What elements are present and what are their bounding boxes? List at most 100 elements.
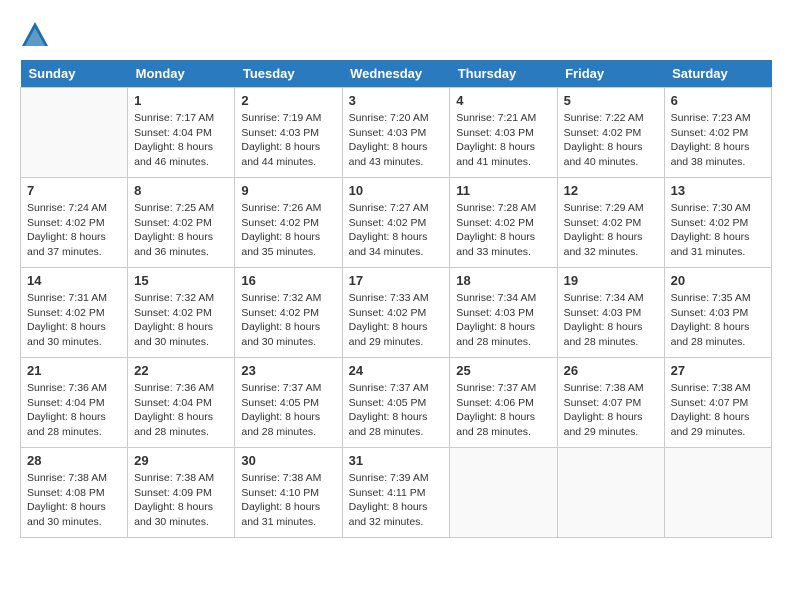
- day-number: 9: [241, 183, 335, 198]
- day-info: Sunrise: 7:38 AM Sunset: 4:08 PM Dayligh…: [27, 471, 121, 530]
- day-number: 4: [456, 93, 550, 108]
- day-number: 8: [134, 183, 228, 198]
- day-number: 11: [456, 183, 550, 198]
- day-number: 26: [564, 363, 658, 378]
- day-info: Sunrise: 7:29 AM Sunset: 4:02 PM Dayligh…: [564, 201, 658, 260]
- calendar-cell: 16 Sunrise: 7:32 AM Sunset: 4:02 PM Dayli…: [235, 268, 342, 358]
- calendar-cell: 11Sunrise: 7:28 AM Sunset: 4:02 PM Dayli…: [450, 178, 557, 268]
- day-number: 25: [456, 363, 550, 378]
- calendar-week-row: 21 Sunrise: 7:36 AM Sunset: 4:04 PM Dayli…: [21, 358, 772, 448]
- day-info: Sunrise: 7:25 AM Sunset: 4:02 PM Dayligh…: [134, 201, 228, 260]
- calendar-cell: 8 Sunrise: 7:25 AM Sunset: 4:02 PM Daylig…: [128, 178, 235, 268]
- calendar-cell: 9 Sunrise: 7:26 AM Sunset: 4:02 PM Daylig…: [235, 178, 342, 268]
- calendar-cell: 12 Sunrise: 7:29 AM Sunset: 4:02 PM Dayli…: [557, 178, 664, 268]
- day-info: Sunrise: 7:36 AM Sunset: 4:04 PM Dayligh…: [27, 381, 121, 440]
- day-number: 1: [134, 93, 228, 108]
- calendar-cell: 7 Sunrise: 7:24 AM Sunset: 4:02 PM Daylig…: [21, 178, 128, 268]
- day-number: 31: [349, 453, 444, 468]
- day-info: Sunrise: 7:20 AM Sunset: 4:03 PM Dayligh…: [349, 111, 444, 170]
- calendar-cell: 6Sunrise: 7:23 AM Sunset: 4:02 PM Daylig…: [664, 88, 771, 178]
- day-number: 3: [349, 93, 444, 108]
- day-header-saturday: Saturday: [664, 60, 771, 88]
- calendar-cell: [21, 88, 128, 178]
- calendar-cell: 5Sunrise: 7:22 AM Sunset: 4:02 PM Daylig…: [557, 88, 664, 178]
- day-info: Sunrise: 7:38 AM Sunset: 4:09 PM Dayligh…: [134, 471, 228, 530]
- day-number: 17: [349, 273, 444, 288]
- day-info: Sunrise: 7:32 AM Sunset: 4:02 PM Dayligh…: [134, 291, 228, 350]
- day-number: 7: [27, 183, 121, 198]
- calendar-cell: 31 Sunrise: 7:39 AM Sunset: 4:11 PM Dayli…: [342, 448, 450, 538]
- day-info: Sunrise: 7:27 AM Sunset: 4:02 PM Dayligh…: [349, 201, 444, 260]
- day-info: Sunrise: 7:33 AM Sunset: 4:02 PM Dayligh…: [349, 291, 444, 350]
- day-info: Sunrise: 7:38 AM Sunset: 4:10 PM Dayligh…: [241, 471, 335, 530]
- day-number: 10: [349, 183, 444, 198]
- calendar-cell: 22 Sunrise: 7:36 AM Sunset: 4:04 PM Dayli…: [128, 358, 235, 448]
- calendar-cell: 19 Sunrise: 7:34 AM Sunset: 4:03 PM Dayli…: [557, 268, 664, 358]
- calendar-cell: 28 Sunrise: 7:38 AM Sunset: 4:08 PM Dayli…: [21, 448, 128, 538]
- calendar-cell: [557, 448, 664, 538]
- day-info: Sunrise: 7:38 AM Sunset: 4:07 PM Dayligh…: [564, 381, 658, 440]
- day-info: Sunrise: 7:36 AM Sunset: 4:04 PM Dayligh…: [134, 381, 228, 440]
- calendar-cell: 27 Sunrise: 7:38 AM Sunset: 4:07 PM Dayli…: [664, 358, 771, 448]
- day-number: 6: [671, 93, 765, 108]
- calendar-cell: 13 Sunrise: 7:30 AM Sunset: 4:02 PM Dayli…: [664, 178, 771, 268]
- day-info: Sunrise: 7:39 AM Sunset: 4:11 PM Dayligh…: [349, 471, 444, 530]
- calendar-cell: 30 Sunrise: 7:38 AM Sunset: 4:10 PM Dayli…: [235, 448, 342, 538]
- calendar-cell: 14 Sunrise: 7:31 AM Sunset: 4:02 PM Dayli…: [21, 268, 128, 358]
- calendar-week-row: 14 Sunrise: 7:31 AM Sunset: 4:02 PM Dayli…: [21, 268, 772, 358]
- day-number: 13: [671, 183, 765, 198]
- calendar-week-row: 1 Sunrise: 7:17 AM Sunset: 4:04 PM Daylig…: [21, 88, 772, 178]
- day-number: 18: [456, 273, 550, 288]
- calendar-cell: [664, 448, 771, 538]
- day-header-thursday: Thursday: [450, 60, 557, 88]
- day-number: 22: [134, 363, 228, 378]
- day-number: 20: [671, 273, 765, 288]
- day-info: Sunrise: 7:37 AM Sunset: 4:06 PM Dayligh…: [456, 381, 550, 440]
- page-header: [20, 20, 772, 50]
- calendar-cell: 15Sunrise: 7:32 AM Sunset: 4:02 PM Dayli…: [128, 268, 235, 358]
- calendar-cell: 4 Sunrise: 7:21 AM Sunset: 4:03 PM Daylig…: [450, 88, 557, 178]
- calendar: SundayMondayTuesdayWednesdayThursdayFrid…: [20, 60, 772, 538]
- day-info: Sunrise: 7:32 AM Sunset: 4:02 PM Dayligh…: [241, 291, 335, 350]
- calendar-cell: 25 Sunrise: 7:37 AM Sunset: 4:06 PM Dayli…: [450, 358, 557, 448]
- calendar-week-row: 28 Sunrise: 7:38 AM Sunset: 4:08 PM Dayli…: [21, 448, 772, 538]
- day-info: Sunrise: 7:38 AM Sunset: 4:07 PM Dayligh…: [671, 381, 765, 440]
- calendar-cell: 24Sunrise: 7:37 AM Sunset: 4:05 PM Dayli…: [342, 358, 450, 448]
- day-number: 14: [27, 273, 121, 288]
- calendar-cell: 29Sunrise: 7:38 AM Sunset: 4:09 PM Dayli…: [128, 448, 235, 538]
- day-number: 19: [564, 273, 658, 288]
- day-info: Sunrise: 7:31 AM Sunset: 4:02 PM Dayligh…: [27, 291, 121, 350]
- day-info: Sunrise: 7:37 AM Sunset: 4:05 PM Dayligh…: [241, 381, 335, 440]
- day-number: 23: [241, 363, 335, 378]
- day-number: 30: [241, 453, 335, 468]
- calendar-cell: 20 Sunrise: 7:35 AM Sunset: 4:03 PM Dayli…: [664, 268, 771, 358]
- calendar-cell: 17 Sunrise: 7:33 AM Sunset: 4:02 PM Dayli…: [342, 268, 450, 358]
- calendar-week-row: 7 Sunrise: 7:24 AM Sunset: 4:02 PM Daylig…: [21, 178, 772, 268]
- day-info: Sunrise: 7:30 AM Sunset: 4:02 PM Dayligh…: [671, 201, 765, 260]
- day-info: Sunrise: 7:17 AM Sunset: 4:04 PM Dayligh…: [134, 111, 228, 170]
- day-header-tuesday: Tuesday: [235, 60, 342, 88]
- calendar-cell: 10 Sunrise: 7:27 AM Sunset: 4:02 PM Dayli…: [342, 178, 450, 268]
- day-number: 16: [241, 273, 335, 288]
- logo: [20, 20, 54, 50]
- day-info: Sunrise: 7:21 AM Sunset: 4:03 PM Dayligh…: [456, 111, 550, 170]
- calendar-cell: 2 Sunrise: 7:19 AM Sunset: 4:03 PM Daylig…: [235, 88, 342, 178]
- day-header-friday: Friday: [557, 60, 664, 88]
- day-number: 27: [671, 363, 765, 378]
- day-info: Sunrise: 7:34 AM Sunset: 4:03 PM Dayligh…: [456, 291, 550, 350]
- day-number: 2: [241, 93, 335, 108]
- calendar-cell: 3 Sunrise: 7:20 AM Sunset: 4:03 PM Daylig…: [342, 88, 450, 178]
- day-number: 28: [27, 453, 121, 468]
- day-info: Sunrise: 7:24 AM Sunset: 4:02 PM Dayligh…: [27, 201, 121, 260]
- day-number: 24: [349, 363, 444, 378]
- calendar-cell: [450, 448, 557, 538]
- calendar-header-row: SundayMondayTuesdayWednesdayThursdayFrid…: [21, 60, 772, 88]
- day-info: Sunrise: 7:22 AM Sunset: 4:02 PM Dayligh…: [564, 111, 658, 170]
- day-number: 21: [27, 363, 121, 378]
- day-info: Sunrise: 7:35 AM Sunset: 4:03 PM Dayligh…: [671, 291, 765, 350]
- day-info: Sunrise: 7:26 AM Sunset: 4:02 PM Dayligh…: [241, 201, 335, 260]
- day-number: 12: [564, 183, 658, 198]
- calendar-cell: 1 Sunrise: 7:17 AM Sunset: 4:04 PM Daylig…: [128, 88, 235, 178]
- day-info: Sunrise: 7:34 AM Sunset: 4:03 PM Dayligh…: [564, 291, 658, 350]
- day-info: Sunrise: 7:19 AM Sunset: 4:03 PM Dayligh…: [241, 111, 335, 170]
